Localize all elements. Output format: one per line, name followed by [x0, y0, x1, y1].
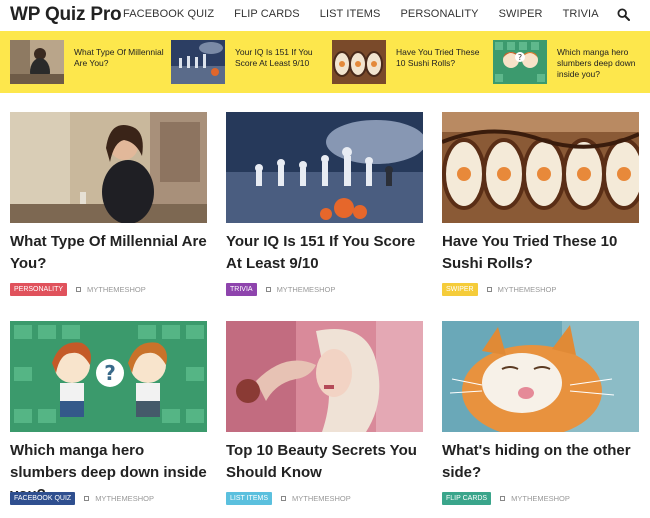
category-badge[interactable]: SWIPER: [442, 282, 478, 296]
category-badge[interactable]: FLIP CARDS: [442, 491, 492, 505]
card-image[interactable]: [226, 112, 423, 223]
author-name[interactable]: MYTHEMESHOP: [277, 285, 336, 294]
card-meta: FACEBOOK QUIZ MYTHEMESHOP: [10, 491, 154, 505]
search-icon[interactable]: [617, 8, 630, 21]
category-badge[interactable]: FACEBOOK QUIZ: [10, 491, 76, 505]
featured-thumbnail[interactable]: [171, 40, 225, 84]
card-title[interactable]: What's hiding on the other side?: [442, 440, 647, 484]
author-name[interactable]: MYTHEMESHOP: [511, 494, 570, 503]
featured-title[interactable]: Your IQ Is 151 If You Score At Least 9/1…: [235, 47, 325, 69]
featured-title[interactable]: What Type Of Millennial Are You?: [74, 47, 164, 69]
card-meta: TRIVIA MYTHEMESHOP: [226, 282, 335, 296]
card-title[interactable]: What Type Of Millennial Are You?: [10, 231, 215, 275]
card-meta: SWIPER MYTHEMESHOP: [442, 282, 556, 296]
svg-text:?: ?: [104, 361, 116, 385]
featured-strip: What Type Of Millennial Are You? Your IQ…: [0, 31, 650, 93]
nav-item-flip-cards[interactable]: FLIP CARDS: [234, 8, 300, 20]
author-icon: [500, 495, 506, 501]
featured-thumbnail[interactable]: [332, 40, 386, 84]
author-name[interactable]: MYTHEMESHOP: [87, 285, 146, 294]
card-image[interactable]: [442, 112, 639, 223]
category-badge[interactable]: TRIVIA: [226, 282, 257, 296]
card-title[interactable]: Your IQ Is 151 If You Score At Least 9/1…: [226, 231, 431, 275]
author-icon: [281, 495, 286, 501]
featured-thumbnail[interactable]: [10, 40, 64, 84]
featured-title[interactable]: Have You Tried These 10 Sushi Rolls?: [396, 47, 486, 69]
card-meta: PERSONALITY MYTHEMESHOP: [10, 282, 146, 296]
card-meta: FLIP CARDS MYTHEMESHOP: [442, 491, 570, 505]
card-meta: LIST ITEMS MYTHEMESHOP: [226, 491, 351, 505]
nav-item-personality[interactable]: PERSONALITY: [400, 8, 478, 20]
nav-item-list-items[interactable]: LIST ITEMS: [320, 8, 381, 20]
svg-text:?: ?: [518, 53, 522, 62]
nav-item-swiper[interactable]: SWIPER: [499, 8, 543, 20]
author-name[interactable]: MYTHEMESHOP: [498, 285, 557, 294]
nav-item-trivia[interactable]: TRIVIA: [563, 8, 599, 20]
category-badge[interactable]: LIST ITEMS: [226, 491, 272, 505]
card-title[interactable]: Have You Tried These 10 Sushi Rolls?: [442, 231, 647, 275]
main-nav: FACEBOOK QUIZ FLIP CARDS LIST ITEMS PERS…: [123, 8, 619, 20]
card-image[interactable]: [442, 321, 639, 432]
nav-item-facebook-quiz[interactable]: FACEBOOK QUIZ: [123, 8, 214, 20]
featured-thumbnail[interactable]: ?: [493, 40, 547, 84]
site-header: WP Quiz Pro FACEBOOK QUIZ FLIP CARDS LIS…: [0, 0, 650, 30]
card-title[interactable]: Top 10 Beauty Secrets You Should Know: [226, 440, 431, 484]
card-image[interactable]: [226, 321, 423, 432]
author-icon: [76, 286, 82, 292]
card-image[interactable]: [10, 112, 207, 223]
category-badge[interactable]: PERSONALITY: [10, 282, 68, 296]
featured-title[interactable]: Which manga hero slumbers deep down insi…: [557, 47, 647, 80]
author-name[interactable]: MYTHEMESHOP: [292, 494, 351, 503]
author-icon: [486, 286, 492, 292]
author-name[interactable]: MYTHEMESHOP: [95, 494, 154, 503]
author-icon: [265, 286, 271, 292]
author-icon: [84, 495, 90, 501]
card-image[interactable]: ?: [10, 321, 207, 432]
site-logo[interactable]: WP Quiz Pro: [10, 4, 122, 26]
